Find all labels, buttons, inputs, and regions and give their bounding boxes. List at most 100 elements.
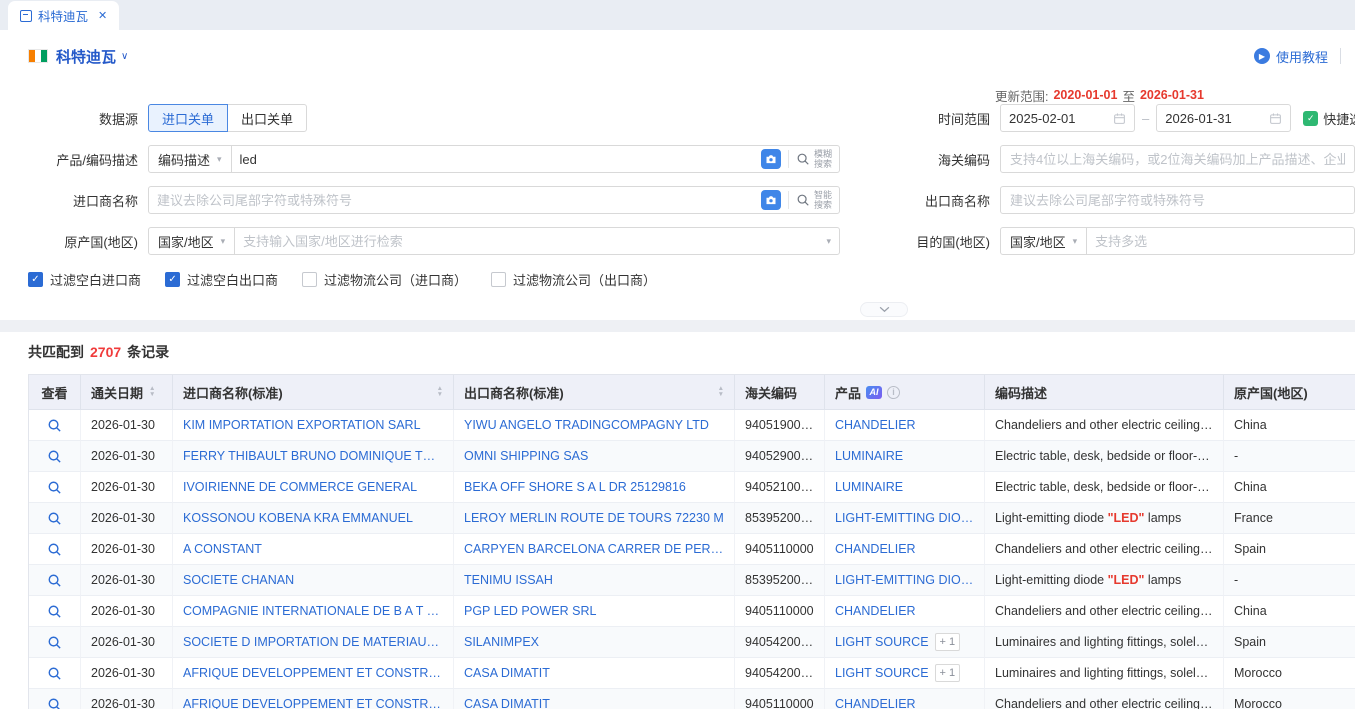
exporter-link[interactable]: BEKA OFF SHORE S A L DR 25129816 xyxy=(454,472,735,503)
fuzzy-search-button[interactable]: 模糊搜索 xyxy=(789,146,839,172)
quick-select-button[interactable]: ✓ 快捷选 xyxy=(1303,109,1355,128)
date-from-input[interactable]: 2025-02-01 xyxy=(1000,104,1135,132)
product-link[interactable]: CHANDELIER xyxy=(835,596,916,626)
update-range-to-word: 至 xyxy=(1122,86,1135,105)
product-link[interactable]: LIGHT SOURCE xyxy=(835,627,929,657)
product-link[interactable]: CHANDELIER xyxy=(835,410,916,440)
importer-link[interactable]: COMPAGNIE INTERNATIONALE DE B A T E R xyxy=(173,596,454,627)
country-selector[interactable]: 科特迪瓦 ∨ xyxy=(28,46,128,67)
checkbox-icon[interactable] xyxy=(302,272,317,287)
extra-products-badge[interactable]: + 1 xyxy=(935,664,961,682)
tutorial-button[interactable]: ▶ 使用教程 xyxy=(1254,47,1328,66)
image-search-icon[interactable] xyxy=(761,190,781,210)
importer-link[interactable]: AFRIQUE DEVELOPPEMENT ET CONSTRUCT… xyxy=(173,658,454,689)
product-link[interactable]: LUMINAIRE xyxy=(835,472,903,502)
importer-link[interactable]: KIM IMPORTATION EXPORTATION SARL xyxy=(173,410,454,441)
summary-prefix: 共匹配到 xyxy=(28,342,84,362)
date-to-input[interactable]: 2026-01-31 xyxy=(1156,104,1291,132)
filter-checkbox[interactable]: 过滤物流公司（进口商） xyxy=(302,270,467,289)
exporter-link[interactable]: SILANIMPEX xyxy=(454,627,735,658)
cell-date: 2026-01-30 xyxy=(81,565,173,596)
view-magnifier-icon[interactable] xyxy=(47,635,62,650)
view-magnifier-icon[interactable] xyxy=(47,418,62,433)
tutorial-label: 使用教程 xyxy=(1276,47,1328,66)
product-search-input[interactable] xyxy=(232,146,761,172)
view-magnifier-icon[interactable] xyxy=(47,449,62,464)
hs-code-input[interactable] xyxy=(1000,145,1355,173)
product-link[interactable]: LIGHT-EMITTING DIODE xyxy=(835,503,974,533)
cell-date: 2026-01-30 xyxy=(81,658,173,689)
cell-origin: - xyxy=(1224,565,1355,596)
exporter-name-input[interactable] xyxy=(1000,186,1355,214)
view-magnifier-icon[interactable] xyxy=(47,511,62,526)
importer-link[interactable]: SOCIETE CHANAN xyxy=(173,565,454,596)
cell-description: Chandeliers and other electric ceiling… xyxy=(985,689,1224,709)
datasource-toggle-group: 进口关单 出口关单 xyxy=(148,104,307,132)
smart-search-label: 智能搜索 xyxy=(814,190,832,211)
import-customs-toggle[interactable]: 进口关单 xyxy=(148,104,228,132)
cell-date: 2026-01-30 xyxy=(81,410,173,441)
col-date[interactable]: 通关日期 ▲▼ xyxy=(81,375,173,410)
image-search-icon[interactable] xyxy=(761,149,781,169)
origin-type-select[interactable]: 国家/地区 ▾ xyxy=(149,228,235,254)
sort-icons[interactable]: ▲▼ xyxy=(437,386,443,399)
product-link[interactable]: CHANDELIER xyxy=(835,534,916,564)
exporter-link[interactable]: LEROY MERLIN ROUTE DE TOURS 72230 M xyxy=(454,503,735,534)
exporter-link[interactable]: CASA DIMATIT xyxy=(454,689,735,709)
dest-type-select[interactable]: 国家/地区 ▾ xyxy=(1001,228,1087,254)
info-icon[interactable]: i xyxy=(887,386,900,399)
importer-link[interactable]: SOCIETE D IMPORTATION DE MATERIAUX E… xyxy=(173,627,454,658)
importer-name-input[interactable] xyxy=(149,187,761,213)
view-magnifier-icon[interactable] xyxy=(47,666,62,681)
export-customs-toggle[interactable]: 出口关单 xyxy=(227,104,307,132)
results-summary: 共匹配到 2707 条记录 xyxy=(28,342,1355,362)
exporter-link[interactable]: PGP LED POWER SRL xyxy=(454,596,735,627)
col-importer[interactable]: 进口商名称(标准) ▲▼ xyxy=(173,375,454,410)
section-divider xyxy=(0,320,1355,332)
importer-link[interactable]: FERRY THIBAULT BRUNO DOMINIQUE THO… xyxy=(173,441,454,472)
cell-product: LIGHT SOURCE + 1 xyxy=(825,658,985,689)
filter-checkbox[interactable]: ✓ 过滤空白出口商 xyxy=(165,270,278,289)
filter-checkbox[interactable]: ✓ 过滤空白进口商 xyxy=(28,270,141,289)
filter-checkbox[interactable]: 过滤物流公司（出口商） xyxy=(491,270,656,289)
sort-icons[interactable]: ▲▼ xyxy=(149,386,155,399)
smart-search-button[interactable]: 智能搜索 xyxy=(789,187,839,213)
cell-date: 2026-01-30 xyxy=(81,534,173,565)
col-exporter[interactable]: 出口商名称(标准) ▲▼ xyxy=(454,375,735,410)
exporter-link[interactable]: YIWU ANGELO TRADINGCOMPAGNY LTD xyxy=(454,410,735,441)
view-magnifier-icon[interactable] xyxy=(47,573,62,588)
view-magnifier-icon[interactable] xyxy=(47,542,62,557)
importer-link[interactable]: AFRIQUE DEVELOPPEMENT ET CONSTRUCT… xyxy=(173,689,454,709)
view-magnifier-icon[interactable] xyxy=(47,697,62,709)
view-magnifier-icon[interactable] xyxy=(47,480,62,495)
importer-link[interactable]: IVOIRIENNE DE COMMERCE GENERAL xyxy=(173,472,454,503)
exporter-link[interactable]: CARPYEN BARCELONA CARRER DE PERE IV xyxy=(454,534,735,565)
sort-icons[interactable]: ▲▼ xyxy=(718,386,724,399)
product-link[interactable]: LIGHT SOURCE xyxy=(835,658,929,688)
cell-view xyxy=(29,565,81,596)
dest-country-input[interactable] xyxy=(1087,228,1354,254)
origin-country-input[interactable] xyxy=(235,228,826,254)
collapse-filter-button[interactable] xyxy=(860,302,908,317)
exporter-link[interactable]: OMNI SHIPPING SAS xyxy=(454,441,735,472)
checkbox-label: 过滤空白进口商 xyxy=(50,270,141,289)
product-link[interactable]: LIGHT-EMITTING DIODE xyxy=(835,565,974,595)
view-magnifier-icon[interactable] xyxy=(47,604,62,619)
chevron-down-icon: ▾ xyxy=(826,236,839,247)
product-link[interactable]: CHANDELIER xyxy=(835,689,916,709)
close-icon[interactable]: ✕ xyxy=(98,9,107,22)
extra-products-badge[interactable]: + 1 xyxy=(935,633,961,651)
importer-link[interactable]: KOSSONOU KOBENA KRA EMMANUEL xyxy=(173,503,454,534)
tab-cote-divoire[interactable]: 科特迪瓦 ✕ xyxy=(8,1,119,30)
checkbox-icon[interactable] xyxy=(491,272,506,287)
product-type-select[interactable]: 编码描述 ▾ xyxy=(149,146,232,172)
exporter-link[interactable]: TENIMU ISSAH xyxy=(454,565,735,596)
product-link[interactable]: LUMINAIRE xyxy=(835,441,903,471)
cell-hs-code: 9405190000 xyxy=(735,410,825,441)
cell-hs-code: 9405110000 xyxy=(735,596,825,627)
importer-link[interactable]: A CONSTANT xyxy=(173,534,454,565)
checkbox-icon[interactable]: ✓ xyxy=(165,272,180,287)
exporter-link[interactable]: CASA DIMATIT xyxy=(454,658,735,689)
checkbox-icon[interactable]: ✓ xyxy=(28,272,43,287)
table-row: 2026-01-30 SOCIETE D IMPORTATION DE MATE… xyxy=(29,627,1355,658)
